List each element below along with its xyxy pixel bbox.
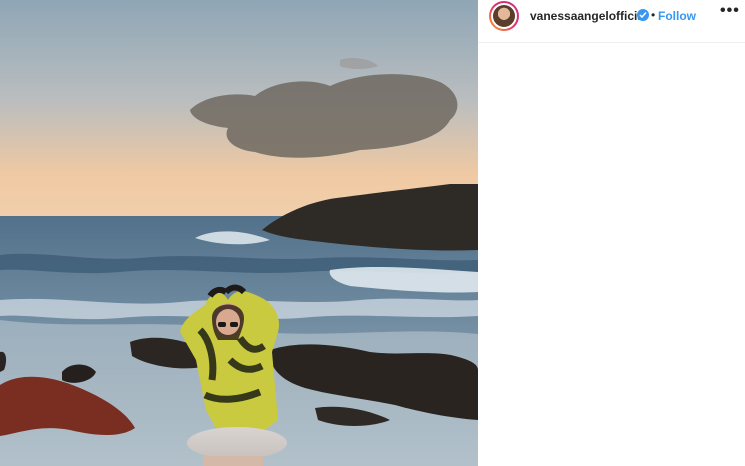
avatar-ring xyxy=(491,3,517,29)
beach-sunset-photo xyxy=(0,0,478,466)
separator-dot: • xyxy=(651,8,656,22)
verified-badge-icon xyxy=(637,9,649,21)
follow-button[interactable]: Follow xyxy=(658,9,696,23)
more-options-icon[interactable]: ••• xyxy=(720,2,740,20)
post-header: vanessaangelofficial • Follow ••• xyxy=(478,0,745,43)
username-link[interactable]: vanessaangelofficial xyxy=(530,9,647,23)
avatar[interactable] xyxy=(489,1,519,31)
post-side-panel: vanessaangelofficial • Follow ••• xyxy=(478,0,745,466)
avatar-photo xyxy=(493,5,515,27)
post-media[interactable] xyxy=(0,0,478,466)
